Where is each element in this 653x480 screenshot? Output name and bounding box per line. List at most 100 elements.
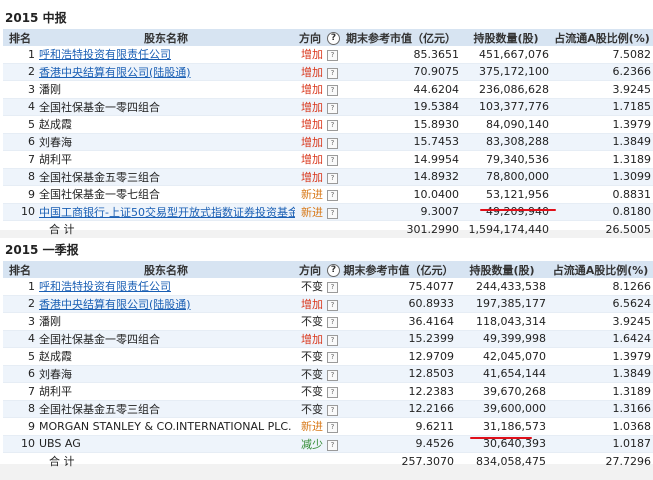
ratio-cell: 1.3099 (551, 168, 653, 186)
col-help[interactable]: ? (325, 29, 341, 46)
col-name: 股东名称 (37, 261, 295, 278)
detail-cell[interactable]: ? (325, 98, 341, 116)
detail-cell[interactable]: ? (325, 168, 341, 186)
detail-cell[interactable]: ? (325, 312, 341, 331)
value-cell: 60.8933 (341, 295, 456, 313)
annotation-underline (480, 209, 556, 211)
detail-cell[interactable]: ? (325, 400, 341, 418)
value-cell: 15.7453 (341, 133, 461, 151)
detail-icon[interactable]: ? (327, 155, 338, 167)
detail-cell[interactable]: ? (325, 330, 341, 348)
detail-icon[interactable]: ? (327, 102, 338, 114)
table-row: 5 赵成霞 增加? 15.8930 84,090,140 1.3979 (3, 115, 653, 134)
detail-icon[interactable]: ? (327, 422, 338, 434)
detail-icon[interactable]: ? (327, 334, 338, 346)
direction-cell: 增加 (295, 330, 325, 348)
shares-cell: 49,399,998 (456, 330, 548, 348)
ratio-cell: 3.9245 (551, 80, 653, 99)
detail-icon[interactable]: ? (327, 137, 338, 149)
col-ratio: 占流通A股比例(%) (551, 29, 653, 46)
ratio-cell: 0.8180 (551, 203, 653, 221)
ratio-cell: 8.1266 (548, 278, 653, 296)
col-shares: 持股数量(股) (461, 29, 551, 46)
detail-icon[interactable]: ? (327, 299, 338, 311)
total-label: 合 计 (49, 455, 75, 469)
help-icon[interactable]: ? (327, 264, 340, 277)
ratio-cell: 3.9245 (548, 312, 653, 331)
detail-cell[interactable]: ? (325, 115, 341, 134)
shareholder-name: MORGAN STANLEY & CO.INTERNATIONAL PLC. (39, 419, 292, 433)
rank-cell: 10 (3, 203, 37, 221)
name-cell: 赵成霞 (37, 347, 295, 366)
detail-cell[interactable]: ? (325, 435, 341, 453)
shares-cell: 451,667,076 (461, 46, 551, 64)
shareholder-link[interactable]: 香港中央结算有限公司(陆股通) (39, 66, 191, 79)
detail-icon[interactable]: ? (327, 190, 338, 202)
detail-cell[interactable]: ? (325, 133, 341, 151)
detail-icon[interactable]: ? (327, 172, 338, 184)
detail-icon[interactable]: ? (327, 369, 338, 381)
help-icon[interactable]: ? (327, 32, 340, 45)
ratio-cell: 1.3979 (551, 115, 653, 134)
name-cell: 潘刚 (37, 80, 295, 99)
shareholder-name: 胡利平 (39, 385, 72, 399)
detail-cell[interactable]: ? (325, 63, 341, 81)
direction-cell: 增加 (295, 150, 325, 169)
detail-cell[interactable]: ? (325, 203, 341, 221)
direction-cell: 增加 (295, 168, 325, 186)
value-cell: 12.9709 (341, 347, 456, 366)
shareholder-link[interactable]: 中国工商银行-上证50交易型开放式指数证券投资基金 (39, 206, 295, 219)
table-row: 6 刘春海 不变? 12.8503 41,654,144 1.3849 (3, 365, 653, 383)
detail-cell[interactable]: ? (325, 382, 341, 401)
name-cell: 香港中央结算有限公司(陆股通) (37, 63, 295, 81)
direction-cell: 减少 (295, 435, 325, 453)
detail-icon[interactable]: ? (327, 352, 338, 364)
name-cell: 胡利平 (37, 382, 295, 401)
rank-cell: 10 (3, 435, 37, 453)
shareholder-link[interactable]: 呼和浩特投资有限责任公司 (39, 48, 171, 61)
rank-cell: 4 (3, 98, 37, 116)
detail-icon[interactable]: ? (327, 85, 338, 97)
detail-icon[interactable]: ? (327, 387, 338, 399)
detail-icon[interactable]: ? (327, 120, 338, 132)
detail-cell[interactable]: ? (325, 185, 341, 204)
shareholder-link[interactable]: 香港中央结算有限公司(陆股通) (39, 298, 191, 311)
name-cell: 胡利平 (37, 150, 295, 169)
detail-cell[interactable]: ? (325, 150, 341, 169)
total-shares: 834,058,475 (476, 454, 546, 468)
detail-icon[interactable]: ? (327, 404, 338, 416)
ratio-cell: 7.5082 (551, 46, 653, 64)
name-cell: 呼和浩特投资有限责任公司 (37, 46, 295, 64)
total-shares: 1,594,174,440 (468, 222, 549, 236)
shares-cell: 49,209,940 (461, 203, 551, 221)
name-cell: 赵成霞 (37, 115, 295, 134)
detail-icon[interactable]: ? (327, 317, 338, 329)
total-value: 257.3070 (401, 454, 455, 468)
name-cell: 全国社保基金五零三组合 (37, 400, 295, 418)
detail-icon[interactable]: ? (327, 439, 338, 451)
rank-cell: 7 (3, 382, 37, 401)
value-cell: 12.2166 (341, 400, 456, 418)
shareholder-link[interactable]: 呼和浩特投资有限责任公司 (39, 280, 171, 293)
direction-cell: 增加 (295, 46, 325, 64)
detail-cell[interactable]: ? (325, 46, 341, 64)
detail-cell[interactable]: ? (325, 365, 341, 383)
detail-cell[interactable]: ? (325, 80, 341, 99)
detail-icon[interactable]: ? (327, 207, 338, 219)
shares-cell: 53,121,956 (461, 185, 551, 204)
col-shares: 持股数量(股) (456, 261, 548, 278)
detail-cell[interactable]: ? (325, 347, 341, 366)
detail-cell[interactable]: ? (325, 295, 341, 313)
detail-cell[interactable]: ? (325, 417, 341, 436)
direction-cell: 新进 (295, 185, 325, 204)
table-row: 3 潘刚 不变? 36.4164 118,043,314 3.9245 (3, 312, 653, 331)
rank-cell: 5 (3, 115, 37, 134)
detail-icon[interactable]: ? (327, 50, 338, 62)
table-row: 9 全国社保基金一零七组合 新进? 10.0400 53,121,956 0.8831 (3, 185, 653, 204)
total-label: 合 计 (49, 223, 75, 237)
col-help[interactable]: ? (325, 261, 341, 278)
col-dir: 方向 (295, 29, 325, 46)
detail-cell[interactable]: ? (325, 278, 341, 296)
detail-icon[interactable]: ? (327, 67, 338, 79)
detail-icon[interactable]: ? (327, 282, 338, 294)
